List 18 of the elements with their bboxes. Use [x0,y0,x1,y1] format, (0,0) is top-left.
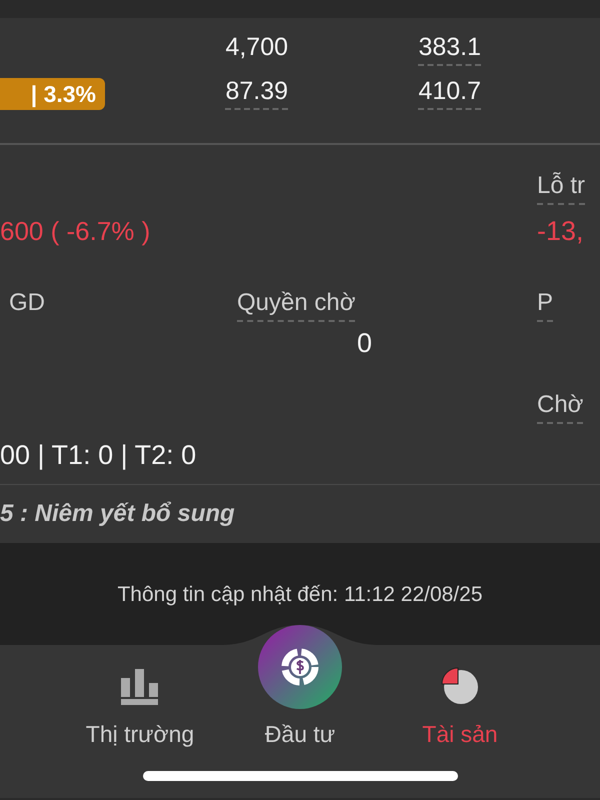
field-value: 600 ( -6.7% ) [0,216,150,248]
price-value: 383.1 [418,32,481,66]
field-label: Chờ [537,390,584,424]
update-info: Thông tin cập nhật đến: 11:12 22/08/25 [117,583,483,607]
nav-tab[interactable]: Thị trường [60,669,220,748]
field-label: Lỗ tr [537,171,586,205]
field-label: P [537,288,554,322]
field-label: Quyền chờ [237,288,356,322]
note-text: 5 : Niêm yết bổ sung [0,500,235,528]
price-value: 4,700 [225,32,288,63]
nav-tab[interactable]: Đầu tư [220,625,380,748]
field-value: 0 [356,328,372,360]
price-value: 87.39 [225,76,288,110]
field-label: GD [9,288,45,318]
field-value: -13, [537,216,584,248]
price-value: 410.7 [418,76,481,110]
field-value: 00 | T1: 0 | T2: 0 [0,440,196,472]
change-badge: | 3.3% [0,78,105,110]
